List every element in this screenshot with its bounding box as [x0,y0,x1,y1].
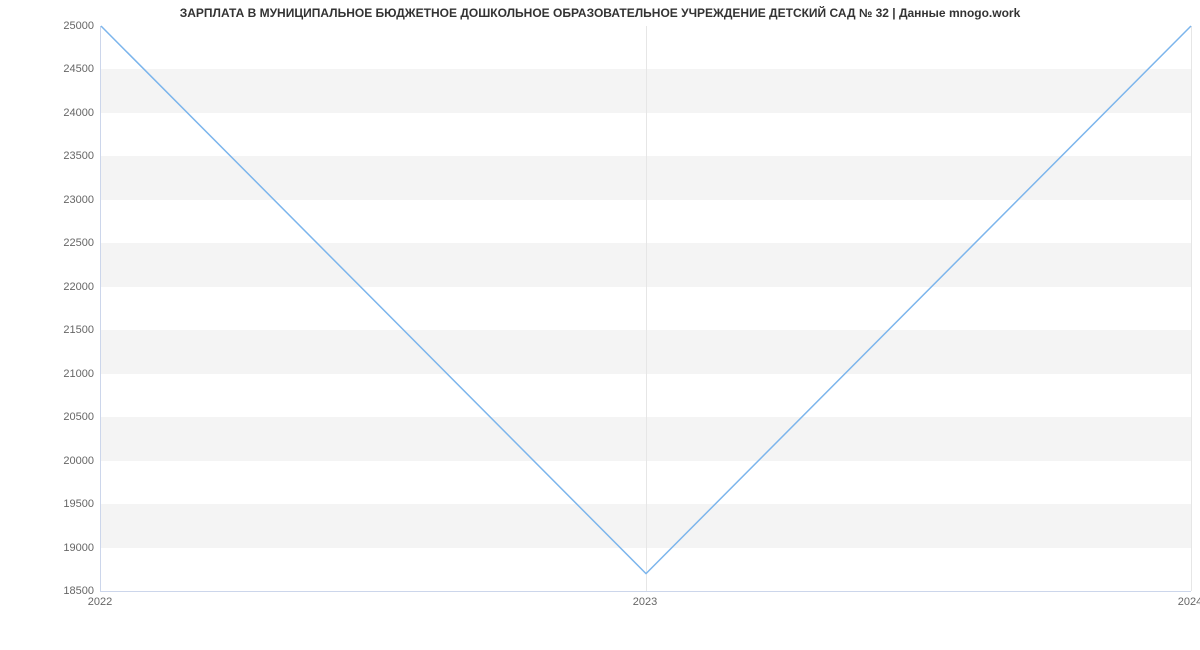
x-tick-label: 2022 [88,596,112,608]
x-gridline [1191,26,1192,591]
chart-title: ЗАРПЛАТА В МУНИЦИПАЛЬНОЕ БЮДЖЕТНОЕ ДОШКО… [0,6,1200,20]
y-tick-label: 21500 [4,324,94,336]
y-tick-label: 23500 [4,150,94,162]
y-tick-label: 21000 [4,368,94,380]
y-tick-label: 23000 [4,194,94,206]
y-tick-label: 19500 [4,498,94,510]
y-tick-label: 19000 [4,542,94,554]
chart-container: ЗАРПЛАТА В МУНИЦИПАЛЬНОЕ БЮДЖЕТНОЕ ДОШКО… [0,0,1200,650]
y-tick-label: 18500 [4,585,94,597]
chart-svg [101,26,1191,591]
y-tick-label: 22000 [4,281,94,293]
series-line [101,26,1191,574]
y-tick-label: 25000 [4,20,94,32]
y-tick-label: 20500 [4,411,94,423]
y-tick-label: 22500 [4,237,94,249]
y-tick-label: 24500 [4,63,94,75]
y-tick-label: 24000 [4,107,94,119]
x-tick-label: 2024 [1178,596,1200,608]
x-tick-label: 2023 [633,596,657,608]
y-tick-label: 20000 [4,455,94,467]
plot-area [100,26,1191,592]
